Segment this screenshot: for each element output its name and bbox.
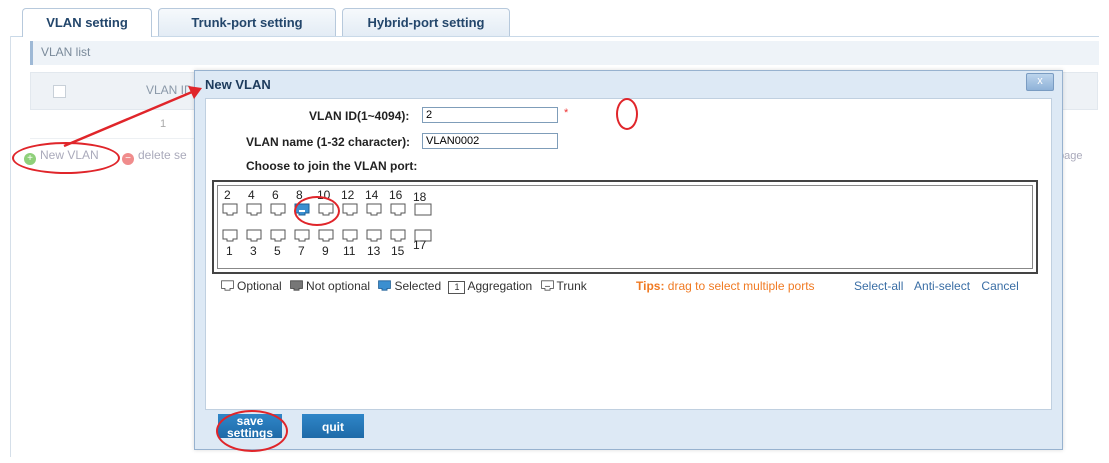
select-all-link[interactable]: Select-all — [854, 279, 903, 293]
legend-aggregation: Aggregation — [467, 279, 533, 293]
new-vlan-dialog: New VLAN x VLAN ID(1~4094): * VLAN name … — [194, 70, 1063, 450]
dialog-body: VLAN ID(1~4094): * VLAN name (1-32 chara… — [205, 98, 1052, 410]
column-vlan-id: VLAN ID — [146, 83, 193, 97]
port-selector[interactable]: 2 4 6 8 10 12 14 16 18 1 3 5 7 9 11 13 1… — [212, 180, 1038, 274]
port-number: 15 — [391, 244, 405, 258]
tips-text: Tips: drag to select multiple ports — [636, 279, 815, 293]
optional-port-icon[interactable] — [366, 203, 382, 216]
optional-port-icon[interactable] — [342, 203, 358, 216]
select-all-checkbox[interactable] — [53, 85, 66, 98]
optional-port-icon[interactable] — [318, 203, 334, 216]
optional-port-icon[interactable] — [246, 203, 262, 216]
port-number: 8 — [296, 188, 303, 202]
quit-button[interactable]: quit — [302, 414, 364, 438]
port-number: 3 — [250, 244, 257, 258]
new-vlan-button[interactable]: + New VLAN — [24, 148, 99, 165]
fiber-port-icon[interactable] — [414, 203, 432, 216]
port-number: 7 — [298, 244, 305, 258]
legend-optional: Optional — [237, 279, 282, 293]
legend-selected: Selected — [394, 279, 442, 293]
port-number: 2 — [224, 188, 231, 202]
selected-port-icon[interactable] — [294, 203, 310, 216]
save-settings-button[interactable]: save settings — [218, 414, 282, 440]
vlan-id-input[interactable] — [422, 107, 558, 123]
vlan-list-title: VLAN list — [41, 45, 91, 59]
required-mark: * — [564, 107, 569, 119]
choose-port-label: Choose to join the VLAN port: — [246, 159, 418, 173]
tab-hybrid-port-setting[interactable]: Hybrid-port setting — [342, 8, 510, 36]
vlan-name-input[interactable] — [422, 133, 558, 149]
tips-label: Tips: — [636, 279, 665, 293]
port-selector-inner: 2 4 6 8 10 12 14 16 18 1 3 5 7 9 11 13 1… — [217, 185, 1033, 269]
tab-trunk-port-setting[interactable]: Trunk-port setting — [158, 8, 336, 36]
port-number: 5 — [274, 244, 281, 258]
aggregation-port-icon: 1 — [448, 281, 466, 294]
optional-port-icon — [221, 280, 234, 291]
optional-port-icon[interactable] — [342, 229, 358, 242]
vlan-list-bar: VLAN list — [30, 41, 1099, 65]
optional-port-icon[interactable] — [366, 229, 382, 242]
selected-port-icon — [378, 280, 392, 291]
dialog-title: New VLAN — [205, 77, 271, 92]
cancel-link[interactable]: Cancel — [981, 279, 1018, 293]
port-number: 17 — [413, 238, 427, 252]
not-optional-port-icon — [290, 280, 303, 291]
port-number: 1 — [226, 244, 233, 258]
optional-port-icon[interactable] — [222, 229, 238, 242]
vlan-name-label: VLAN name (1-32 character): — [246, 135, 411, 149]
port-legend: Optional Not optional Selected 1 Aggregat… — [220, 279, 587, 294]
close-icon[interactable]: x — [1026, 73, 1054, 91]
port-number: 9 — [322, 244, 329, 258]
selection-links: Select-all Anti-select Cancel — [854, 279, 1027, 293]
anti-select-link[interactable]: Anti-select — [914, 279, 970, 293]
table-row[interactable]: 1 — [30, 108, 210, 139]
tips-message: drag to select multiple ports — [667, 279, 815, 293]
optional-port-icon[interactable] — [294, 229, 310, 242]
save-label-line2: settings — [226, 426, 273, 440]
optional-port-icon[interactable] — [390, 203, 406, 216]
legend-trunk: Trunk — [556, 279, 587, 293]
tab-vlan-setting[interactable]: VLAN setting — [22, 8, 152, 37]
optional-port-icon[interactable] — [390, 229, 406, 242]
new-vlan-label: New VLAN — [40, 148, 99, 162]
port-number: 11 — [343, 244, 356, 258]
minus-icon: − — [122, 153, 134, 165]
trunk-port-icon — [540, 280, 554, 291]
port-number: 13 — [367, 244, 381, 258]
port-number: 16 — [389, 188, 403, 202]
vlan-id-label: VLAN ID(1~4094): — [309, 109, 410, 123]
optional-port-icon[interactable] — [246, 229, 262, 242]
legend-not-optional: Not optional — [306, 279, 371, 293]
optional-port-icon[interactable] — [270, 229, 286, 242]
port-number: 14 — [365, 188, 379, 202]
optional-port-icon[interactable] — [222, 203, 238, 216]
plus-icon: + — [24, 153, 36, 165]
delete-selected-button[interactable]: − delete se — [122, 148, 187, 165]
port-number: 12 — [341, 188, 355, 202]
port-number: 6 — [272, 188, 279, 202]
optional-port-icon[interactable] — [270, 203, 286, 216]
port-number: 4 — [248, 188, 255, 202]
tab-bar: VLAN setting Trunk-port setting Hybrid-p… — [10, 6, 1099, 37]
optional-port-icon[interactable] — [318, 229, 334, 242]
delete-label: delete se — [138, 148, 187, 162]
row-vlan-id: 1 — [160, 118, 167, 130]
port-number: 18 — [413, 190, 427, 204]
port-number: 10 — [317, 188, 331, 202]
